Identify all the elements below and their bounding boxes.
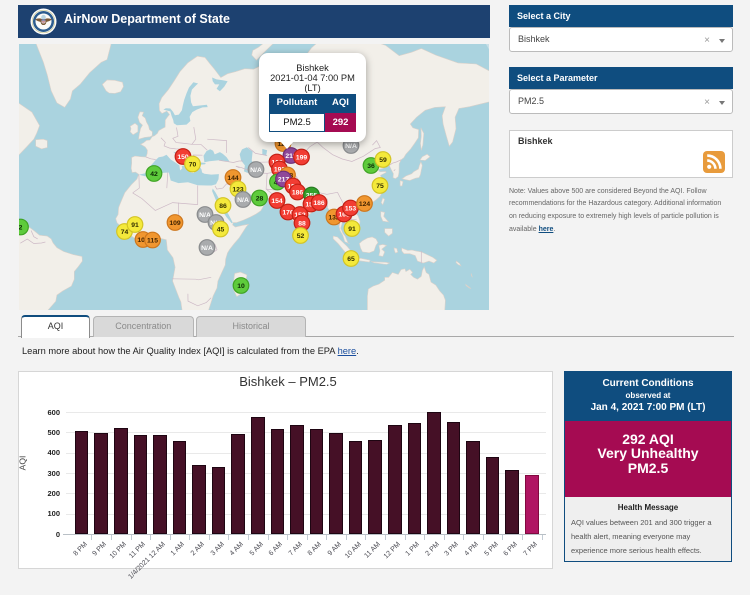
svg-text:65: 65 — [347, 255, 355, 262]
svg-text:199: 199 — [296, 154, 308, 161]
svg-text:36: 36 — [367, 162, 375, 169]
svg-text:28: 28 — [256, 195, 264, 202]
svg-text:42: 42 — [150, 170, 158, 177]
svg-text:153: 153 — [345, 205, 357, 212]
svg-text:2: 2 — [19, 224, 23, 231]
svg-text:70: 70 — [189, 161, 197, 168]
svg-text:91: 91 — [131, 221, 139, 228]
svg-text:N/A: N/A — [201, 244, 213, 251]
svg-text:115: 115 — [147, 237, 158, 244]
svg-text:86: 86 — [219, 202, 227, 209]
svg-text:186: 186 — [292, 189, 304, 196]
svg-text:45: 45 — [217, 226, 225, 233]
svg-text:88: 88 — [298, 220, 306, 227]
svg-text:74: 74 — [121, 228, 129, 235]
svg-text:59: 59 — [379, 156, 387, 163]
svg-text:10: 10 — [237, 282, 245, 289]
svg-text:124: 124 — [359, 200, 371, 207]
svg-text:109: 109 — [169, 219, 181, 226]
svg-text:N/A: N/A — [237, 196, 249, 203]
svg-text:91: 91 — [348, 225, 356, 232]
svg-text:52: 52 — [297, 232, 305, 239]
svg-text:N/A: N/A — [250, 166, 262, 173]
svg-text:N/A: N/A — [345, 142, 357, 149]
svg-text:186: 186 — [313, 199, 325, 206]
svg-text:154: 154 — [271, 197, 283, 204]
svg-text:75: 75 — [376, 182, 384, 189]
